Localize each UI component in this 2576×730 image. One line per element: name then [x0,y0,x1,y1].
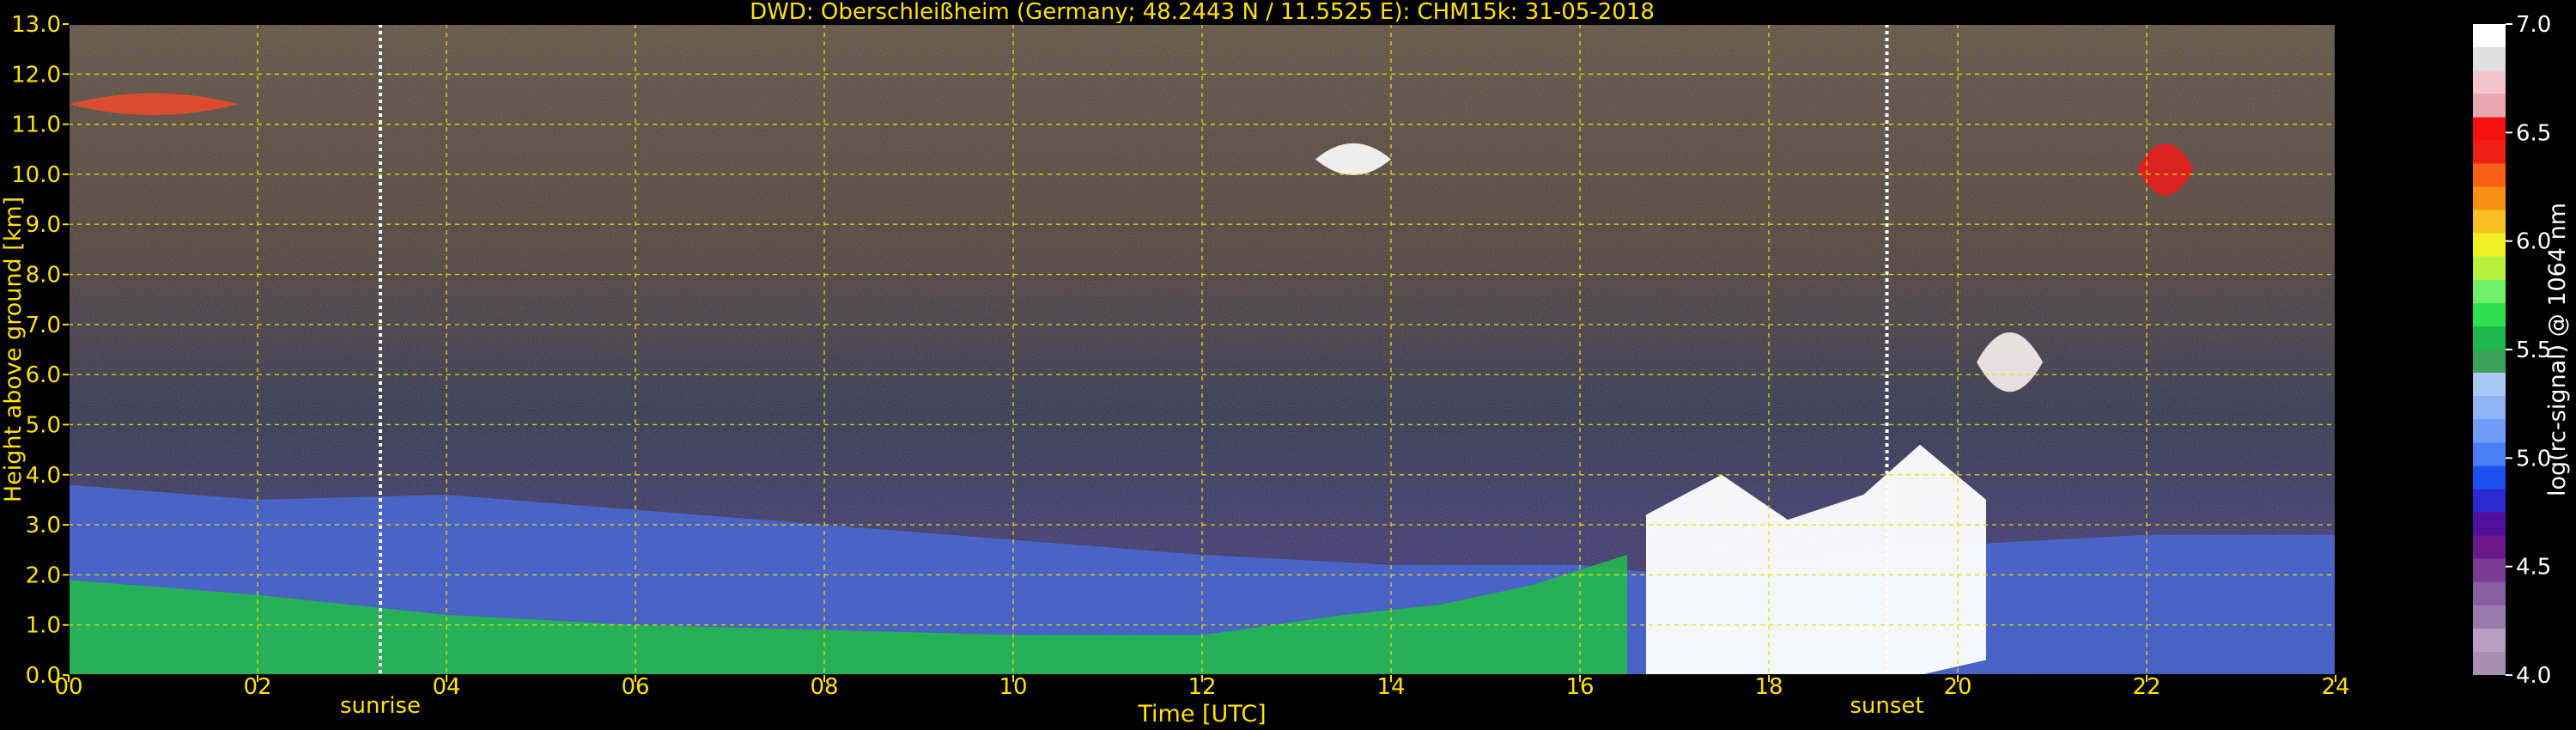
x-tick-label: 08 [810,674,838,700]
y-tick-label: 1.0 [26,613,61,639]
x-tick-label: 22 [2132,674,2160,700]
y-tick-label: 5.0 [26,412,61,438]
colorbar-tick-label: 4.0 [2516,663,2551,689]
y-tick-label: 13.0 [11,12,61,38]
colorbar: 4.04.55.05.56.06.57.0 log(rc-signal) @ 1… [2473,12,2571,689]
y-axis-label: Height above ground [km] [0,197,27,502]
colorbar-label: log(rc-signal) @ 1064 nm [2544,203,2571,496]
y-tick-label: 2.0 [26,563,61,588]
marker-labels: sunrise sunset [340,693,1924,719]
colorbar-tick-label: 6.5 [2516,120,2551,146]
sunrise-label: sunrise [340,693,421,719]
x-tick-label: 04 [432,674,460,700]
y-tick-label: 11.0 [11,113,61,138]
x-tick-label: 20 [1943,674,1971,700]
x-tick-label: 12 [1188,674,1216,700]
x-tick-label: 02 [243,674,271,700]
sunset-label: sunset [1850,693,1923,719]
colorbar-scale [2473,24,2506,675]
y-tick-label: 8.0 [26,263,61,289]
x-tick-label: 18 [1754,674,1783,700]
x-tick-label: 24 [2321,674,2349,700]
x-tick-label: 06 [621,674,649,700]
y-tick-label: 12.0 [11,62,61,88]
ceilometer-figure: DWD: Oberschleißheim (Germany; 48.2443 N… [0,0,2571,727]
y-tick-label: 3.0 [26,513,61,538]
x-tick-label: 16 [1565,674,1594,700]
chart-title: DWD: Oberschleißheim (Germany; 48.2443 N… [750,0,1655,25]
y-tick-label: 0.0 [26,663,61,689]
y-tick-label: 10.0 [11,162,61,188]
x-axis-label: Time [UTC] [1137,701,1266,727]
colorbar-tick-label: 4.5 [2516,555,2551,581]
x-tick-label: 14 [1376,674,1405,700]
y-tick-label: 9.0 [26,212,61,238]
y-tick-label: 7.0 [26,313,61,338]
y-tick-label: 4.0 [26,463,61,489]
colorbar-tick-label: 7.0 [2516,12,2551,38]
x-tick-label: 10 [999,674,1027,700]
y-tick-label: 6.0 [26,362,61,388]
plot-area [69,24,2336,675]
